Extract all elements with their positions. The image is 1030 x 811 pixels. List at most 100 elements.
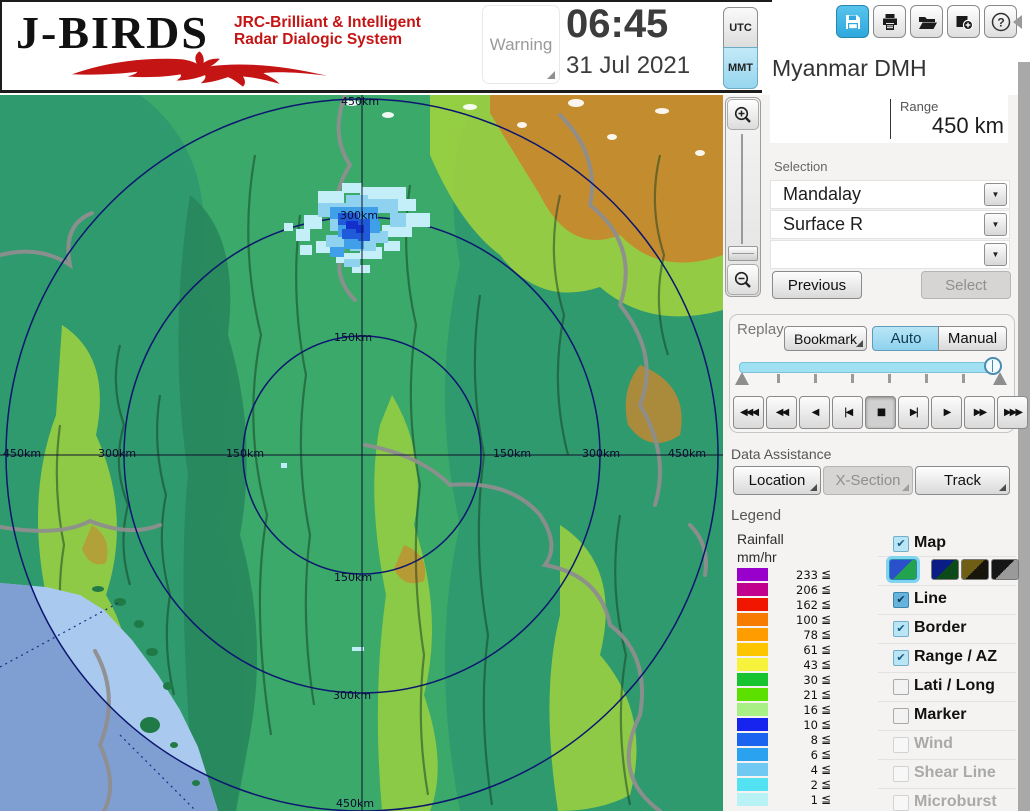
legend-swatch bbox=[737, 673, 768, 686]
radar-map-viewport[interactable]: 450km 300km 150km 150km 300km 450km 450k… bbox=[0, 95, 723, 811]
map-style-swatch[interactable] bbox=[991, 559, 1019, 580]
overlay-separator bbox=[878, 788, 1016, 789]
replay-progress-track[interactable] bbox=[739, 362, 999, 373]
manual-mode-button[interactable]: Manual bbox=[938, 326, 1007, 351]
range-ring-label: 450km bbox=[336, 797, 374, 810]
product-select-field[interactable]: Surface R ▼ bbox=[770, 210, 1010, 239]
zoom-slider-track[interactable] bbox=[741, 134, 743, 244]
utc-button[interactable]: UTC bbox=[723, 7, 758, 49]
zoom-in-icon bbox=[733, 105, 753, 125]
map-style-swatch[interactable] bbox=[931, 559, 959, 580]
fast-rewind-3-button[interactable]: ◀◀◀ bbox=[733, 396, 764, 429]
print-button[interactable] bbox=[873, 5, 906, 38]
svg-text:?: ? bbox=[997, 15, 1004, 29]
range-ring-label: 300km bbox=[98, 447, 136, 460]
zoom-out-button[interactable] bbox=[727, 264, 759, 295]
clock-date: 31 Jul 2021 bbox=[566, 52, 690, 80]
location-button[interactable]: Location bbox=[733, 466, 821, 495]
panel-collapse-arrow-icon[interactable] bbox=[1013, 15, 1022, 29]
range-ring-label: 300km bbox=[340, 209, 378, 222]
overlay-item-marker[interactable]: Marker bbox=[878, 706, 1016, 730]
legend-row: 16≦ bbox=[737, 703, 847, 717]
replay-tick bbox=[962, 374, 965, 383]
shear-line-checkbox bbox=[893, 766, 909, 782]
panel-scrollbar[interactable] bbox=[1018, 62, 1030, 811]
lati-long-checkbox[interactable] bbox=[893, 679, 909, 695]
auto-mode-button[interactable]: Auto bbox=[872, 326, 940, 351]
bookmark-button[interactable]: Bookmark bbox=[784, 326, 867, 351]
legend-swatch bbox=[737, 598, 768, 611]
microburst-checkbox bbox=[893, 795, 909, 811]
track-button[interactable]: Track bbox=[915, 466, 1010, 495]
legend-row: 43≦ bbox=[737, 658, 847, 672]
site-select-value: Mandalay bbox=[783, 184, 861, 205]
help-icon: ? bbox=[990, 11, 1012, 33]
option-select-dropdown-button[interactable]: ▼ bbox=[984, 243, 1007, 266]
map-style-swatch[interactable] bbox=[961, 559, 989, 580]
replay-end-marker[interactable] bbox=[993, 372, 1007, 385]
fast-forward-3-button[interactable]: ▶▶▶ bbox=[997, 396, 1028, 429]
play-button[interactable]: ▶ bbox=[931, 396, 962, 429]
overlay-item-line[interactable]: ✔ Line bbox=[878, 590, 1016, 614]
site-select-field[interactable]: Mandalay ▼ bbox=[770, 180, 1010, 209]
open-folder-icon bbox=[917, 12, 937, 32]
legend-swatch bbox=[737, 643, 768, 656]
warning-label: Warning bbox=[490, 35, 553, 55]
overlay-item-border[interactable]: ✔ Border bbox=[878, 619, 1016, 643]
legend-swatch bbox=[737, 613, 768, 626]
product-select-value: Surface R bbox=[783, 214, 863, 235]
step-forward-button[interactable]: ▶| bbox=[898, 396, 929, 429]
previous-button[interactable]: Previous bbox=[772, 271, 862, 299]
overlay-separator bbox=[878, 556, 1016, 557]
mmt-button[interactable]: MMT bbox=[723, 47, 758, 89]
stop-button[interactable]: ■ bbox=[865, 396, 896, 429]
overlay-item-map[interactable]: ✔ Map bbox=[878, 534, 1016, 558]
save-button[interactable] bbox=[836, 5, 869, 38]
zoom-slider-handle[interactable] bbox=[728, 246, 758, 261]
select-button[interactable]: Select bbox=[921, 271, 1011, 299]
legend-row: 6≦ bbox=[737, 748, 847, 762]
legend-swatch bbox=[737, 793, 768, 806]
legend-swatch bbox=[737, 583, 768, 596]
product-select-dropdown-button[interactable]: ▼ bbox=[984, 213, 1007, 236]
replay-tick bbox=[851, 374, 854, 383]
overlay-item-lati-long[interactable]: Lati / Long bbox=[878, 677, 1016, 701]
jbirds-app: 450km 300km 150km 150km 300km 450km 450k… bbox=[0, 0, 1030, 811]
range-az-checkbox[interactable]: ✔ bbox=[893, 650, 909, 666]
replay-start-marker[interactable] bbox=[735, 372, 749, 385]
selection-label: Selection bbox=[774, 159, 827, 174]
zoom-out-icon bbox=[733, 270, 753, 290]
line-checkbox[interactable]: ✔ bbox=[893, 592, 909, 608]
open-folder-button[interactable] bbox=[910, 5, 943, 38]
legend-swatch bbox=[737, 628, 768, 641]
wind-checkbox bbox=[893, 737, 909, 753]
add-image-button[interactable] bbox=[947, 5, 980, 38]
legend-swatch bbox=[737, 568, 768, 581]
station-name: Myanmar DMH bbox=[772, 55, 927, 82]
legend-row: 8≦ bbox=[737, 733, 847, 747]
option-select-field[interactable]: ▼ bbox=[770, 240, 1010, 269]
fast-rewind-button[interactable]: ◀◀ bbox=[766, 396, 797, 429]
add-image-icon bbox=[954, 12, 974, 32]
warning-button[interactable]: Warning bbox=[482, 5, 560, 84]
legend-row: 4≦ bbox=[737, 763, 847, 777]
legend-unit: Rainfall mm/hr bbox=[737, 531, 784, 566]
map-checkbox[interactable]: ✔ bbox=[893, 536, 909, 552]
fast-forward-button[interactable]: ▶▶ bbox=[964, 396, 995, 429]
legend-row: 61≦ bbox=[737, 643, 847, 657]
step-back-button[interactable]: |◀ bbox=[832, 396, 863, 429]
map-style-swatch[interactable] bbox=[889, 559, 917, 580]
range-value: 450 km bbox=[890, 113, 1004, 139]
range-label: Range bbox=[900, 99, 938, 114]
x-section-button[interactable]: X-Section bbox=[823, 466, 913, 495]
overlay-item-range-az[interactable]: ✔ Range / AZ bbox=[878, 648, 1016, 672]
border-checkbox[interactable]: ✔ bbox=[893, 621, 909, 637]
site-select-dropdown-button[interactable]: ▼ bbox=[984, 183, 1007, 206]
eagle-icon bbox=[12, 50, 387, 88]
zoom-in-button[interactable] bbox=[727, 99, 759, 130]
play-reverse-button[interactable]: ◀ bbox=[799, 396, 830, 429]
marker-checkbox[interactable] bbox=[893, 708, 909, 724]
overlay-separator bbox=[878, 614, 1016, 615]
printer-icon bbox=[880, 12, 900, 32]
map-zoom-widget bbox=[725, 97, 761, 297]
